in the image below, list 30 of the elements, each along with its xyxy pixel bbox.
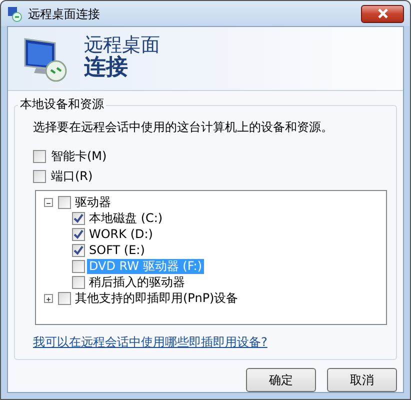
checkbox-label: 智能卡(M) xyxy=(50,148,108,164)
checkbox[interactable] xyxy=(72,212,85,224)
tree-item[interactable]: SOFT (E:) xyxy=(87,242,147,258)
window-title: 远程桌面连接 xyxy=(28,6,100,22)
tree-item[interactable]: 其他支持的即插即用(PnP)设备 xyxy=(73,290,240,306)
checkbox[interactable] xyxy=(33,150,46,162)
close-button[interactable] xyxy=(361,4,404,22)
checkbox[interactable] xyxy=(33,170,46,182)
app-icon xyxy=(7,6,23,22)
dialog-button[interactable]: 取消 xyxy=(327,368,397,392)
collapse-icon[interactable] xyxy=(44,198,53,206)
help-link[interactable]: 我可以在远程会话中使用哪些即插即用设备? xyxy=(33,333,268,351)
checkbox[interactable] xyxy=(72,244,85,256)
description-text: 选择要在远程会话中使用的这台计算机上的设备和资源。 xyxy=(33,119,333,136)
tree-item[interactable]: 驱动器 xyxy=(73,194,113,210)
group-title: 本地设备和资源 xyxy=(18,97,106,111)
tree-item[interactable]: WORK (D:) xyxy=(87,226,155,242)
expand-icon[interactable] xyxy=(44,294,53,302)
tree-item[interactable]: 稍后插入的驱动器 xyxy=(87,274,187,290)
checkbox[interactable] xyxy=(72,276,85,288)
checkbox[interactable] xyxy=(58,196,71,208)
checkbox-label: 端口(R) xyxy=(50,168,94,184)
close-icon xyxy=(376,8,388,19)
header-title: 远程桌面 xyxy=(84,36,160,56)
checkbox[interactable] xyxy=(58,292,71,304)
checkbox[interactable] xyxy=(72,260,85,272)
dialog-button[interactable]: 确定 xyxy=(246,368,316,392)
header-title: 连接 xyxy=(84,56,129,81)
tree-item[interactable]: 本地磁盘 (C:) xyxy=(87,210,165,226)
checkbox[interactable] xyxy=(72,228,85,240)
